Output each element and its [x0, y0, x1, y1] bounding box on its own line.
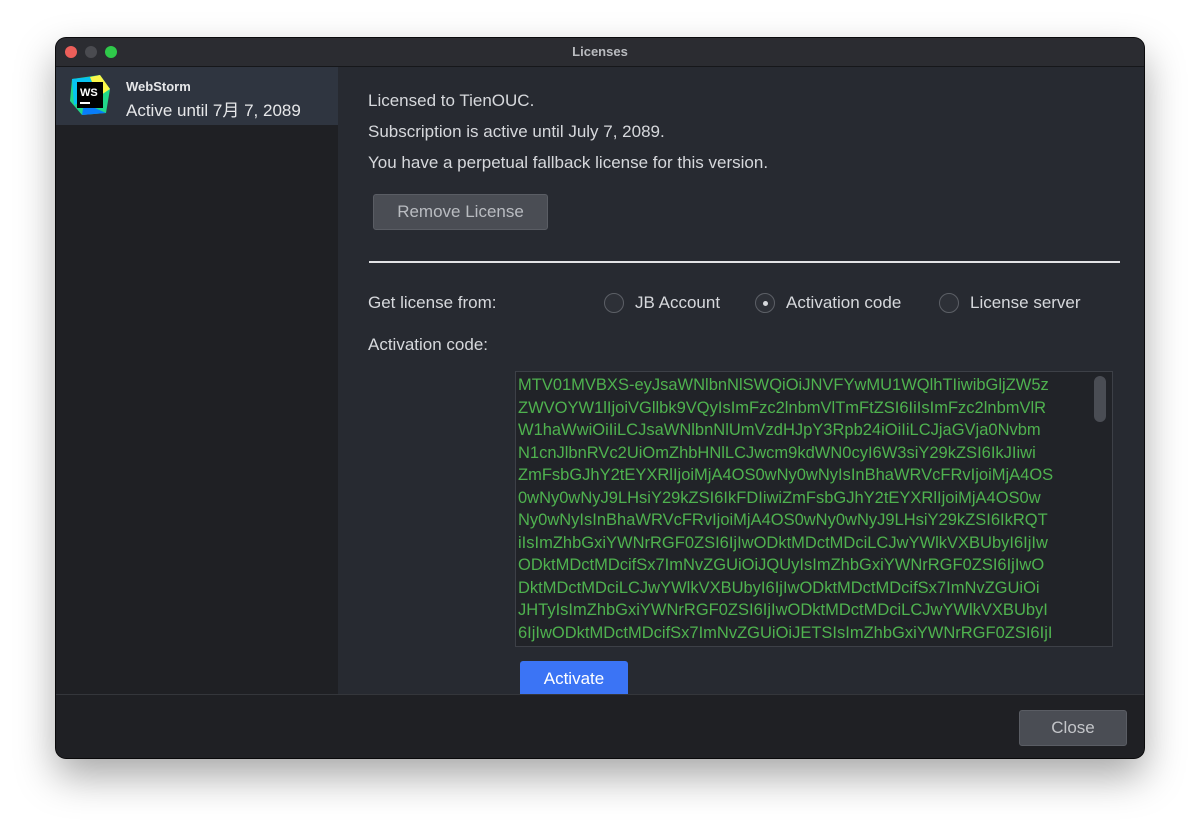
- webstorm-logo-text: WS: [80, 87, 98, 99]
- licensed-to-text: Licensed to TienOUC.: [368, 91, 535, 110]
- product-status: Active until 7月 7, 2089: [126, 101, 301, 120]
- activation-code-line: Ny0wNyIsInBhaWRVcFRvIjoiMjA4OS0wNy0wNyJ9…: [518, 511, 1048, 529]
- activation-code-option-label[interactable]: Activation code: [786, 293, 901, 313]
- activation-code-label: Activation code:: [368, 335, 489, 354]
- activation-code-line: N1cnJlbnRVc2UiOmZhbHNlLCJwcm9kdWN0cyI6W3…: [518, 443, 1036, 462]
- activation-code-line: 6IjIwODktMDctMDcifSx7ImNvZGUiOiJETSIsImZ…: [518, 623, 1053, 642]
- code-scrollbar[interactable]: [1094, 376, 1106, 422]
- title-bar: Licenses: [56, 38, 1144, 67]
- license-server-radio[interactable]: [939, 293, 959, 313]
- fallback-license-text: You have a perpetual fallback license fo…: [368, 153, 769, 172]
- subscription-status-text: Subscription is active until July 7, 208…: [368, 122, 665, 141]
- activation-code-line: JHTyIsImZhbGxiYWNrRGF0ZSI6IjIwODktMDctMD…: [518, 601, 1048, 619]
- separator: [369, 261, 1120, 263]
- jb-account-radio[interactable]: [604, 293, 624, 313]
- get-license-from-label: Get license from:: [368, 293, 497, 312]
- activation-code-radio[interactable]: [755, 293, 775, 313]
- activation-code-line: MTV01MVBXS-eyJsaWNlbnNlSWQiOiJNVFYwMU1WQ…: [518, 376, 1049, 394]
- activation-code-line: W1haWwiOiIiLCJsaWNlbnNlUmVzdHJpY3Rpb24iO…: [518, 421, 1041, 439]
- licenses-dialog: Licenses WS WebStorm Active until 7月 7, …: [56, 38, 1144, 758]
- close-button[interactable]: Close: [1019, 710, 1127, 746]
- activation-code-line: iIsImZhbGxiYWNrRGF0ZSI6IjIwODktMDctMDciL…: [518, 533, 1048, 552]
- activation-code-line: ZWVOYW1lIjoiVGllbk9VQyIsImFzc2lnbmVlTmFt…: [518, 398, 1047, 417]
- activation-code-text[interactable]: MTV01MVBXS-eyJsaWNlbnNlSWQiOiJNVFYwMU1WQ…: [518, 374, 1092, 646]
- webstorm-logo-icon: WS: [70, 75, 110, 115]
- activation-code-line: 0wNy0wNyJ9LHsiY29kZSI6IkFDIiwiZmFsbGJhY2…: [518, 488, 1041, 507]
- sidebar-item-webstorm[interactable]: WS WebStorm Active until 7月 7, 2089: [56, 67, 338, 125]
- license-details-panel: Licensed to TienOUC. Subscription is act…: [338, 67, 1144, 697]
- activation-code-line: DktMDctMDciLCJwYWlkVXBUbyI6IjIwODktMDctM…: [518, 578, 1040, 597]
- activate-button[interactable]: Activate: [520, 661, 628, 697]
- jb-account-label[interactable]: JB Account: [635, 293, 720, 313]
- window-title: Licenses: [572, 44, 628, 59]
- activation-code-line: wODktMDctMDciLCJwYWlkVXBUbyI6IjIwODktMDc…: [518, 644, 1092, 646]
- activation-code-line: ZmFsbGJhY2tEYXRlIjoiMjA4OS0wNy0wNyIsInBh…: [518, 466, 1054, 484]
- license-server-label[interactable]: License server: [970, 293, 1081, 313]
- product-sidebar: WS WebStorm Active until 7月 7, 2089: [56, 67, 338, 695]
- activation-code-line: ODktMDctMDcifSx7ImNvZGUiOiJQUyIsImZhbGxi…: [518, 556, 1045, 574]
- remove-license-button[interactable]: Remove License: [373, 194, 548, 230]
- dialog-footer: Close: [56, 694, 1144, 758]
- activation-code-textarea[interactable]: MTV01MVBXS-eyJsaWNlbnNlSWQiOiJNVFYwMU1WQ…: [515, 371, 1113, 647]
- product-name: WebStorm: [126, 79, 191, 94]
